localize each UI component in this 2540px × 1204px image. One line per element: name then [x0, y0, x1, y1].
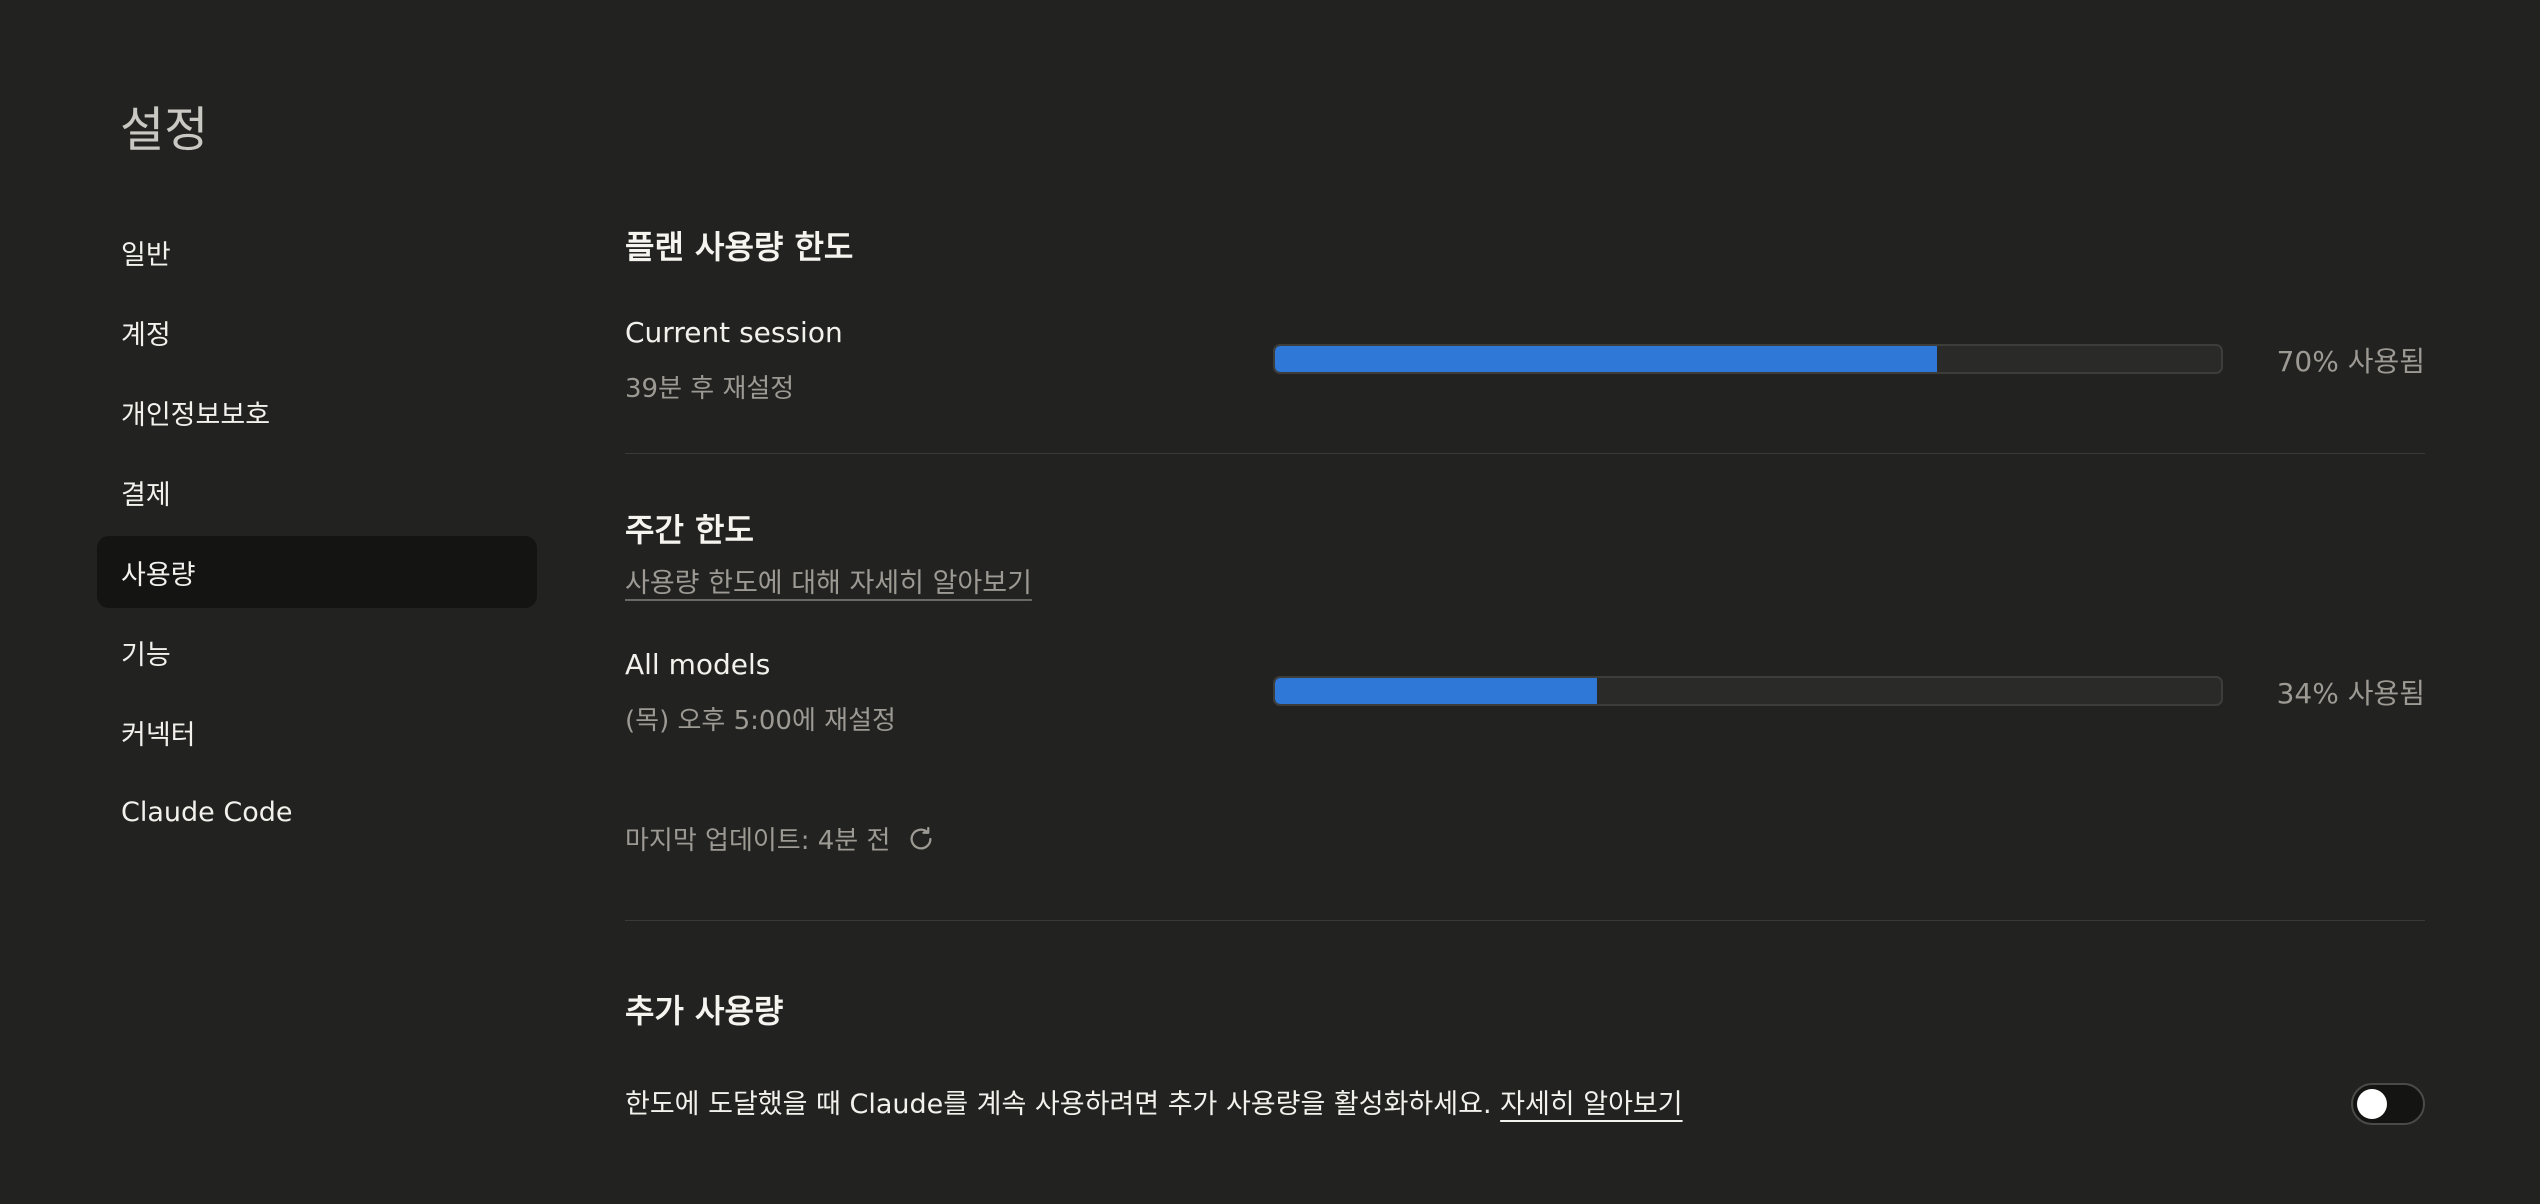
- sidebar-item-usage[interactable]: 사용량: [97, 536, 537, 608]
- sidebar-item-label: 사용량: [121, 559, 196, 591]
- usage-panel: 플랜 사용량 한도 Current session 39분 후 재설정 70% …: [625, 0, 2425, 1204]
- current-session-percent: 70% 사용됨: [2276, 345, 2425, 378]
- sidebar-item-connectors[interactable]: 커넥터: [97, 696, 537, 768]
- all-models-label: All models: [625, 648, 771, 681]
- weekly-limit-title: 주간 한도: [625, 511, 754, 549]
- usage-limit-learn-more-link[interactable]: 사용량 한도에 대해 자세히 알아보기: [625, 561, 1032, 600]
- settings-sidebar: 일반 계정 개인정보보호 결제 사용량 기능 커넥터 Claude Code: [97, 216, 537, 856]
- sidebar-item-features[interactable]: 기능: [97, 616, 537, 688]
- last-updated: 마지막 업데이트: 4분 전: [625, 820, 936, 857]
- toggle-knob: [2357, 1089, 2387, 1119]
- sidebar-item-label: 일반: [121, 239, 171, 271]
- all-models-progress-fill: [1275, 678, 1597, 704]
- extra-usage-title: 추가 사용량: [625, 992, 784, 1030]
- current-session-label: Current session: [625, 316, 843, 349]
- sidebar-item-label: 계정: [121, 319, 171, 351]
- current-session-progress-bar: [1273, 344, 2223, 374]
- sidebar-item-privacy[interactable]: 개인정보보호: [97, 376, 537, 448]
- plan-usage-title: 플랜 사용량 한도: [625, 228, 854, 266]
- all-models-progress-bar: [1273, 676, 2223, 706]
- refresh-icon[interactable]: [906, 824, 936, 854]
- divider: [625, 920, 2425, 921]
- sidebar-item-label: Claude Code: [121, 796, 293, 828]
- sidebar-item-label: 커넥터: [121, 719, 196, 751]
- extra-usage-learn-more-link[interactable]: 자세히 알아보기: [1500, 1089, 1682, 1120]
- sidebar-item-label: 기능: [121, 639, 171, 671]
- sidebar-item-label: 개인정보보호: [121, 399, 271, 431]
- extra-usage-toggle[interactable]: [2351, 1083, 2425, 1125]
- sidebar-item-general[interactable]: 일반: [97, 216, 537, 288]
- last-updated-text: 마지막 업데이트: 4분 전: [625, 826, 891, 856]
- extra-usage-description-text: 한도에 도달했을 때 Claude를 계속 사용하려면 추가 사용량을 활성화하…: [625, 1089, 1492, 1120]
- all-models-reset: (목) 오후 5:00에 재설정: [625, 706, 896, 736]
- sidebar-item-billing[interactable]: 결제: [97, 456, 537, 528]
- extra-usage-description: 한도에 도달했을 때 Claude를 계속 사용하려면 추가 사용량을 활성화하…: [625, 1082, 1683, 1121]
- current-session-progress-fill: [1275, 346, 1938, 372]
- sidebar-item-claude-code[interactable]: Claude Code: [97, 776, 537, 848]
- sidebar-item-account[interactable]: 계정: [97, 296, 537, 368]
- divider: [625, 453, 2425, 454]
- all-models-percent: 34% 사용됨: [2276, 677, 2425, 710]
- page-title: 설정: [120, 102, 209, 158]
- sidebar-item-label: 결제: [121, 479, 171, 511]
- current-session-reset: 39분 후 재설정: [625, 374, 795, 404]
